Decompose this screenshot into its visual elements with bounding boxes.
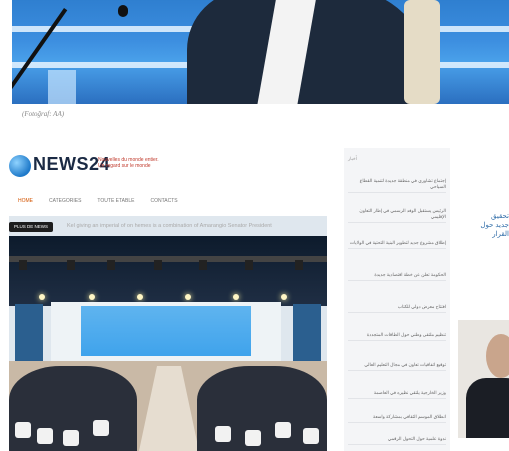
chair-seat <box>275 422 291 438</box>
stage-light <box>199 260 207 270</box>
sidebar-news-item[interactable]: ندوة علمية حول التحول الرقمي <box>348 436 446 445</box>
sidebar-news-item[interactable]: وزير الخارجية يلتقي نظيره في العاصمة <box>348 390 446 399</box>
stage-light <box>19 260 27 270</box>
light-truss <box>9 256 327 262</box>
chair-seat <box>63 430 79 446</box>
chair-seat <box>37 428 53 444</box>
nav-categories[interactable]: CATEGORIES <box>49 198 81 208</box>
portrait-face <box>486 334 509 378</box>
nav-contacts[interactable]: CONTACTS <box>150 198 177 208</box>
sidebar-news-item[interactable]: تنظيم ملتقى وطني حول الطاقات المتجددة <box>348 332 446 341</box>
news-sidebar: أخبار إجتماع تشاوري في منطقة جديدة لتنمي… <box>344 148 450 451</box>
headline-badge[interactable]: PLUS DE NEWS <box>9 222 53 232</box>
stage-light <box>107 260 115 270</box>
chair-seat <box>15 422 31 438</box>
chair-seat <box>93 420 109 436</box>
nav-toute-etable[interactable]: TOUTE ETABLE <box>97 198 134 208</box>
side-banner <box>293 304 321 362</box>
lamp <box>185 294 191 300</box>
side-banner <box>15 304 43 362</box>
lamp <box>233 294 239 300</box>
conference-hall-photo[interactable] <box>9 216 327 451</box>
news-site-screenshot: NEWS24 Nouvelles du monde entier. Un reg… <box>0 148 340 451</box>
lamp <box>89 294 95 300</box>
right-portrait-photo[interactable] <box>458 320 509 438</box>
sidebar-news-item[interactable]: إطلاق مشروع جديد لتطوير البنية التحتية ف… <box>348 240 446 249</box>
lamp <box>281 294 287 300</box>
sidebar-heading: أخبار <box>348 156 357 161</box>
lamp <box>39 294 45 300</box>
photo-caption: (Fotoğraf: AA) <box>22 110 65 118</box>
top-photo <box>12 0 509 104</box>
stage-light <box>245 260 253 270</box>
portrait-suit <box>466 378 509 438</box>
sidebar-news-item[interactable]: افتتاح معرض دولي للكتاب <box>348 304 446 313</box>
sidebar-news-item[interactable]: انطلاق الموسم الثقافي بمشاركة واسعة <box>348 414 446 423</box>
stage-light <box>295 260 303 270</box>
chair-seat <box>303 428 319 444</box>
headline-text[interactable]: Kel giving an imperial of on hemes is a … <box>67 223 272 229</box>
site-tagline: Nouvelles du monde entier. Un regard sur… <box>98 157 159 169</box>
sidebar-news-item[interactable]: الرئيس يستقبل الوفد الرسمي في إطار التعا… <box>348 208 446 223</box>
globe-logo-icon <box>9 155 31 177</box>
right-headline-fragment[interactable]: تحقيق جديد حول القرار <box>478 212 509 239</box>
nav-home[interactable]: HOME <box>18 198 33 208</box>
lamp <box>137 294 143 300</box>
stage-light <box>67 260 75 270</box>
stage-screen <box>81 306 251 356</box>
sidebar-news-item[interactable]: الحكومة تعلن عن خطة اقتصادية جديدة <box>348 272 446 281</box>
water-glass <box>48 70 76 104</box>
sidebar-news-item[interactable]: إجتماع تشاوري في منطقة جديدة لتنمية القط… <box>348 178 446 193</box>
headline-bar: PLUS DE NEWS Kel giving an imperial of o… <box>9 219 329 233</box>
chair <box>404 0 440 104</box>
chair-seat <box>215 426 231 442</box>
chair-seat <box>245 430 261 446</box>
site-nav: HOME CATEGORIES TOUTE ETABLE CONTACTS <box>18 198 178 208</box>
ceiling <box>9 236 327 306</box>
microphone-head <box>118 5 128 17</box>
stage-light <box>154 260 162 270</box>
sidebar-news-item[interactable]: توقيع اتفاقيات تعاون في مجال التعليم الع… <box>348 362 446 371</box>
